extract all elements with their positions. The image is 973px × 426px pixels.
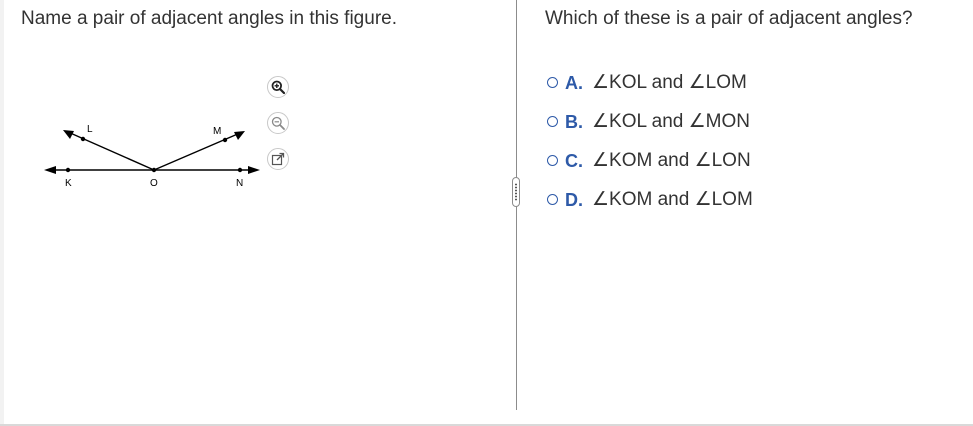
- option-d[interactable]: D. ∠KOM and ∠LOM: [547, 180, 753, 219]
- option-c[interactable]: C. ∠KOM and ∠LON: [547, 141, 753, 180]
- question-text: Name a pair of adjacent angles in this f…: [21, 8, 397, 29]
- radio-button[interactable]: [547, 193, 558, 205]
- popout-icon: [271, 152, 285, 166]
- option-text: ∠KOM and ∠LON: [592, 149, 751, 171]
- zoom-in-icon: [271, 80, 285, 94]
- option-letter: C.: [565, 150, 583, 171]
- angle-figure-svg: K O N L M: [44, 124, 260, 189]
- label-n: N: [236, 178, 243, 189]
- option-letter: B.: [565, 111, 583, 132]
- label-l: L: [87, 124, 93, 135]
- option-b[interactable]: B. ∠KOL and ∠MON: [547, 102, 753, 141]
- option-text: ∠KOL and ∠LOM: [592, 71, 747, 93]
- option-a[interactable]: A. ∠KOL and ∠LOM: [547, 63, 753, 102]
- option-text: ∠KOM and ∠LOM: [592, 188, 753, 210]
- option-text: ∠KOL and ∠MON: [592, 110, 750, 132]
- point-o: [151, 167, 157, 173]
- radio-button[interactable]: [547, 76, 558, 88]
- drag-handle-icon: [515, 183, 517, 201]
- arrow-right: [248, 166, 260, 174]
- question-pane: Name a pair of adjacent angles in this f…: [4, 0, 516, 424]
- answer-prompt: Which of these is a pair of adjacent ang…: [545, 8, 913, 29]
- ray-ol: [67, 131, 155, 171]
- label-k: K: [65, 178, 72, 189]
- answer-options: A. ∠KOL and ∠LOM B. ∠KOL and ∠MON C. ∠KO…: [547, 63, 753, 219]
- zoom-out-icon: [271, 116, 285, 130]
- app-window: Name a pair of adjacent angles in this f…: [0, 0, 973, 426]
- label-o: O: [150, 178, 158, 189]
- point-n: [237, 167, 243, 173]
- popout-button[interactable]: [267, 148, 289, 170]
- option-letter: A.: [565, 72, 583, 93]
- radio-button[interactable]: [547, 154, 558, 166]
- zoom-out-button[interactable]: [267, 112, 289, 134]
- point-k: [65, 167, 71, 173]
- arrow-left: [44, 166, 56, 174]
- answer-pane: Which of these is a pair of adjacent ang…: [518, 0, 973, 424]
- label-m: M: [213, 126, 221, 137]
- radio-button[interactable]: [547, 115, 558, 127]
- point-l: [80, 136, 86, 142]
- zoom-in-button[interactable]: [267, 76, 289, 98]
- ray-om: [153, 132, 241, 171]
- point-m: [222, 137, 228, 143]
- option-letter: D.: [565, 189, 583, 210]
- angle-figure: K O N L M: [38, 118, 268, 203]
